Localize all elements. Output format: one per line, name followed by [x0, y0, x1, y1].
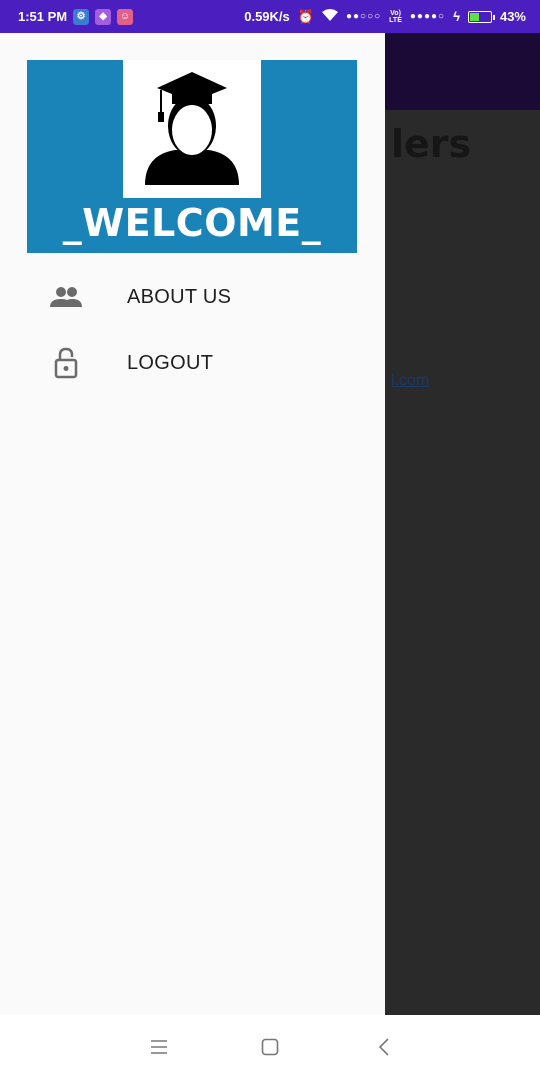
avatar [123, 60, 261, 198]
battery-level [469, 12, 479, 21]
people-icon [49, 280, 83, 314]
volte-label: Vo) [390, 9, 401, 17]
alarm-icon: ⏰ [297, 8, 314, 24]
background-heading: lers [391, 122, 472, 166]
charging-icon: ϟ [453, 9, 460, 24]
home-icon[interactable] [256, 1035, 284, 1059]
signal-sim2: ●●●●○ [409, 11, 446, 22]
back-icon[interactable] [370, 1035, 398, 1059]
volte-icon: Vo) LTE [389, 10, 402, 24]
welcome-text: _WELCOME_ [62, 201, 322, 245]
signal-sim1: ●●○○○ [345, 11, 382, 22]
drawer-item-label: ABOUT US [127, 285, 232, 308]
lock-icon [49, 346, 83, 380]
background-link: l.com [391, 372, 430, 389]
navigation-drawer: _WELCOME_ ABOUT US LOGOUT [0, 33, 385, 1015]
drawer-item-logout[interactable]: LOGOUT [0, 331, 385, 395]
wifi-icon [321, 9, 338, 24]
app-notification-icon: ◆ [95, 8, 112, 25]
system-nav-bar [0, 1015, 540, 1080]
background-content[interactable]: lers l.com [385, 110, 540, 1015]
drawer-item-about-us[interactable]: ABOUT US [0, 265, 385, 329]
app-notification-icon: ☺ [117, 8, 134, 25]
status-bar: 1:51 PM ⚙ ◆ ☺ 0.59K/s ⏰ ●●○○○ Vo) LTE ●●… [0, 0, 540, 33]
drawer-item-label: LOGOUT [127, 351, 214, 374]
menu-icon[interactable] [145, 1035, 173, 1059]
network-speed: 0.59K/s [244, 9, 290, 24]
status-time: 1:51 PM [18, 9, 68, 24]
drawer-header: _WELCOME_ [27, 60, 357, 253]
lte-label: LTE [389, 16, 402, 24]
battery-icon [467, 10, 495, 23]
background-app-bar [385, 33, 540, 110]
graduate-icon [145, 72, 239, 185]
battery-percent: 43% [499, 9, 526, 24]
app-notification-icon: ⚙ [73, 8, 90, 25]
